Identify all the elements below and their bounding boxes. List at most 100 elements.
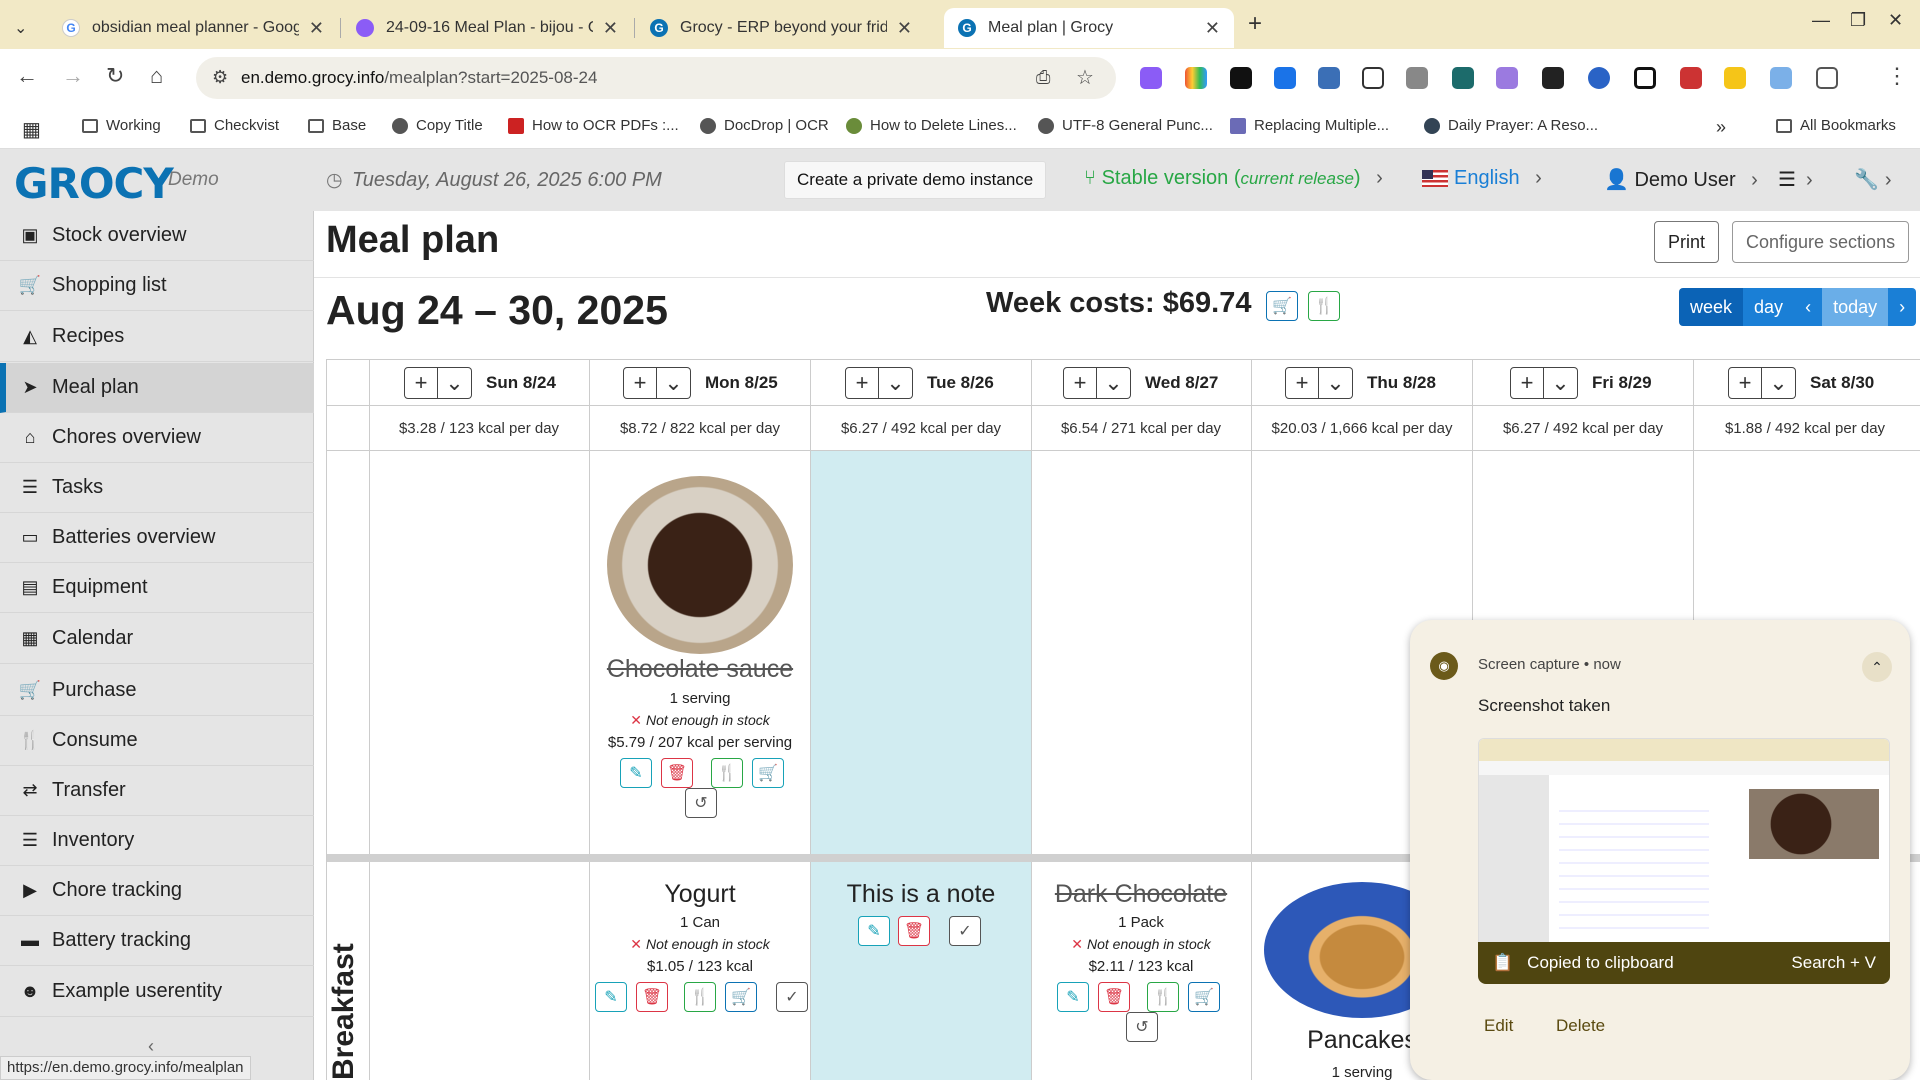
install-icon[interactable]: ⎙: [1036, 67, 1050, 88]
delete-meal-button[interactable]: 🗑: [636, 982, 668, 1012]
consume-meal-button[interactable]: 🍴: [1147, 982, 1179, 1012]
add-meal-button[interactable]: +: [1063, 366, 1097, 399]
keep-extension-icon[interactable]: [1724, 67, 1746, 89]
sidebar-item-shopping-list[interactable]: 🛒 Shopping list: [0, 261, 314, 311]
sidebar-item-chores-overview[interactable]: ⌂ Chores overview: [0, 413, 314, 463]
j-extension-icon[interactable]: [1274, 67, 1296, 89]
sidebar-item-battery-tracking[interactable]: ▬ Battery tracking: [0, 916, 314, 966]
sidebar-collapse-icon[interactable]: ‹: [148, 1036, 154, 1057]
doc-extension-icon[interactable]: [1318, 67, 1340, 89]
tab-search-button[interactable]: ⌄: [0, 8, 50, 48]
next-week-button[interactable]: ›: [1888, 288, 1917, 326]
day-options-button[interactable]: ⌄: [1319, 366, 1353, 399]
sidebar-item-stock-overview[interactable]: ▣ Stock overview: [0, 211, 314, 261]
maximize-button[interactable]: ❐: [1850, 10, 1866, 31]
z-extension-icon[interactable]: [1406, 67, 1428, 89]
collapse-notification-button[interactable]: ⌃: [1862, 652, 1892, 682]
back-icon[interactable]: ←: [16, 63, 38, 89]
day-options-button[interactable]: ⌄: [1097, 366, 1131, 399]
bookmark-copy-title[interactable]: Copy Title: [392, 117, 483, 134]
consume-meal-button[interactable]: 🍴: [684, 982, 716, 1012]
edit-meal-button[interactable]: ✎: [1057, 982, 1089, 1012]
day-options-button[interactable]: ⌄: [1762, 366, 1796, 399]
clipboard-status[interactable]: 📋 Copied to clipboard Search + V: [1478, 942, 1890, 984]
sidebar-item-inventory[interactable]: ☰ Inventory: [0, 816, 314, 866]
version-link[interactable]: ⑂ Stable version (current release) ›: [1084, 167, 1383, 190]
menu-icon[interactable]: ⋮: [1886, 63, 1908, 89]
tab-1[interactable]: G obsidian meal planner - Google ✕: [48, 8, 338, 48]
more-bookmarks-icon[interactable]: »: [1716, 117, 1726, 138]
undo-button[interactable]: ↺: [685, 788, 717, 818]
add-meal-button[interactable]: +: [1728, 366, 1762, 399]
bookmark-utf8[interactable]: UTF-8 General Punc...: [1038, 117, 1213, 134]
photo-extension-icon[interactable]: [1770, 67, 1792, 89]
delete-meal-button[interactable]: 🗑: [1098, 982, 1130, 1012]
user-menu[interactable]: 👤 Demo User ›: [1604, 167, 1758, 192]
sidebar-item-consume[interactable]: 🍴 Consume: [0, 716, 314, 766]
private-demo-button[interactable]: Create a private demo instance: [784, 161, 1047, 199]
reload-icon[interactable]: ↻: [106, 63, 124, 89]
delete-screenshot-button[interactable]: Delete: [1556, 1016, 1605, 1036]
consume-meal-button[interactable]: 🍴: [711, 758, 743, 788]
sidebar-item-example-userentity[interactable]: ☻ Example userentity: [0, 967, 314, 1017]
home-icon[interactable]: ⌂: [150, 63, 163, 89]
clipboard-extension-icon[interactable]: [1362, 67, 1384, 89]
sidebar-item-meal-plan[interactable]: ➤ Meal plan: [0, 363, 314, 413]
tab-2[interactable]: 24-09-16 Meal Plan - bijou - Obs✕: [342, 8, 632, 48]
puzzle-icon[interactable]: [1816, 67, 1838, 89]
meal-product-name[interactable]: Yogurt: [590, 880, 810, 909]
day-options-button[interactable]: ⌄: [657, 366, 691, 399]
add-to-shopping-list-button[interactable]: 🛒: [725, 982, 757, 1012]
add-week-to-shopping-list-button[interactable]: 🛒: [1266, 291, 1298, 321]
wrench-button[interactable]: 🔧 ›: [1854, 167, 1892, 192]
consume-week-button[interactable]: 🍴: [1308, 291, 1340, 321]
minimize-button[interactable]: —: [1812, 10, 1830, 31]
bookmark-delete-lines[interactable]: How to Delete Lines...: [846, 117, 1017, 134]
add-meal-button[interactable]: +: [1510, 366, 1544, 399]
print-button[interactable]: Print: [1654, 221, 1720, 263]
edit-meal-button[interactable]: ✎: [595, 982, 627, 1012]
delete-meal-button[interactable]: 🗑: [661, 758, 693, 788]
obsidian-extension-icon[interactable]: [1140, 67, 1162, 89]
ai-extension-icon[interactable]: [1496, 67, 1518, 89]
all-bookmarks[interactable]: All Bookmarks: [1776, 117, 1896, 134]
add-meal-button[interactable]: +: [1285, 366, 1319, 399]
undo-button[interactable]: ↺: [1126, 1012, 1158, 1042]
star-icon[interactable]: ☆: [1076, 65, 1094, 90]
screenshot-thumbnail[interactable]: [1478, 738, 1890, 950]
bookmark-daily-prayer[interactable]: Daily Prayer: A Reso...: [1424, 117, 1598, 134]
grocy-logo[interactable]: GROCY: [14, 159, 174, 208]
new-tab-button[interactable]: +: [1248, 10, 1262, 38]
sidebar-item-transfer[interactable]: ⇄ Transfer: [0, 766, 314, 816]
add-to-shopping-list-button[interactable]: 🛒: [1188, 982, 1220, 1012]
language-selector[interactable]: English ›: [1422, 167, 1542, 190]
close-icon[interactable]: ✕: [309, 18, 324, 39]
add-meal-button[interactable]: +: [623, 366, 657, 399]
close-icon[interactable]: ✕: [1205, 18, 1220, 39]
chocolate-sauce-image[interactable]: [607, 476, 793, 654]
meal-note[interactable]: This is a note: [811, 880, 1031, 909]
day-options-button[interactable]: ⌄: [1544, 366, 1578, 399]
camera-extension-icon[interactable]: [1452, 67, 1474, 89]
sidebar-item-calendar[interactable]: ▦ Calendar: [0, 614, 314, 664]
bookmark-replacing[interactable]: Replacing Multiple...: [1230, 117, 1389, 134]
mic-extension-icon[interactable]: [1680, 67, 1702, 89]
star-extension-icon[interactable]: [1588, 67, 1610, 89]
tab-3[interactable]: G Grocy - ERP beyond your fridge ✕: [636, 8, 926, 48]
tab-4-active[interactable]: G Meal plan | Grocy ✕: [944, 8, 1234, 48]
prev-week-button[interactable]: ‹: [1794, 288, 1823, 326]
today-button[interactable]: today: [1822, 288, 1889, 326]
bookmark-checkvist[interactable]: Checkvist: [190, 117, 279, 134]
close-icon[interactable]: ✕: [603, 18, 618, 39]
apps-icon[interactable]: ▦: [22, 117, 41, 142]
sidebar-item-recipes[interactable]: ◭ Recipes: [0, 312, 314, 362]
sidebar-item-equipment[interactable]: ▤ Equipment: [0, 563, 314, 613]
add-meal-button[interactable]: +: [845, 366, 879, 399]
sidebar-item-purchase[interactable]: 🛒 Purchase: [0, 666, 314, 716]
mark-done-button[interactable]: ✓: [776, 982, 808, 1012]
meal-product-name[interactable]: Dark Chocolate: [1031, 880, 1251, 909]
a-extension-icon[interactable]: [1542, 67, 1564, 89]
day-options-button[interactable]: ⌄: [879, 366, 913, 399]
bookmark-base[interactable]: Base: [308, 117, 366, 134]
edit-screenshot-button[interactable]: Edit: [1484, 1016, 1513, 1036]
